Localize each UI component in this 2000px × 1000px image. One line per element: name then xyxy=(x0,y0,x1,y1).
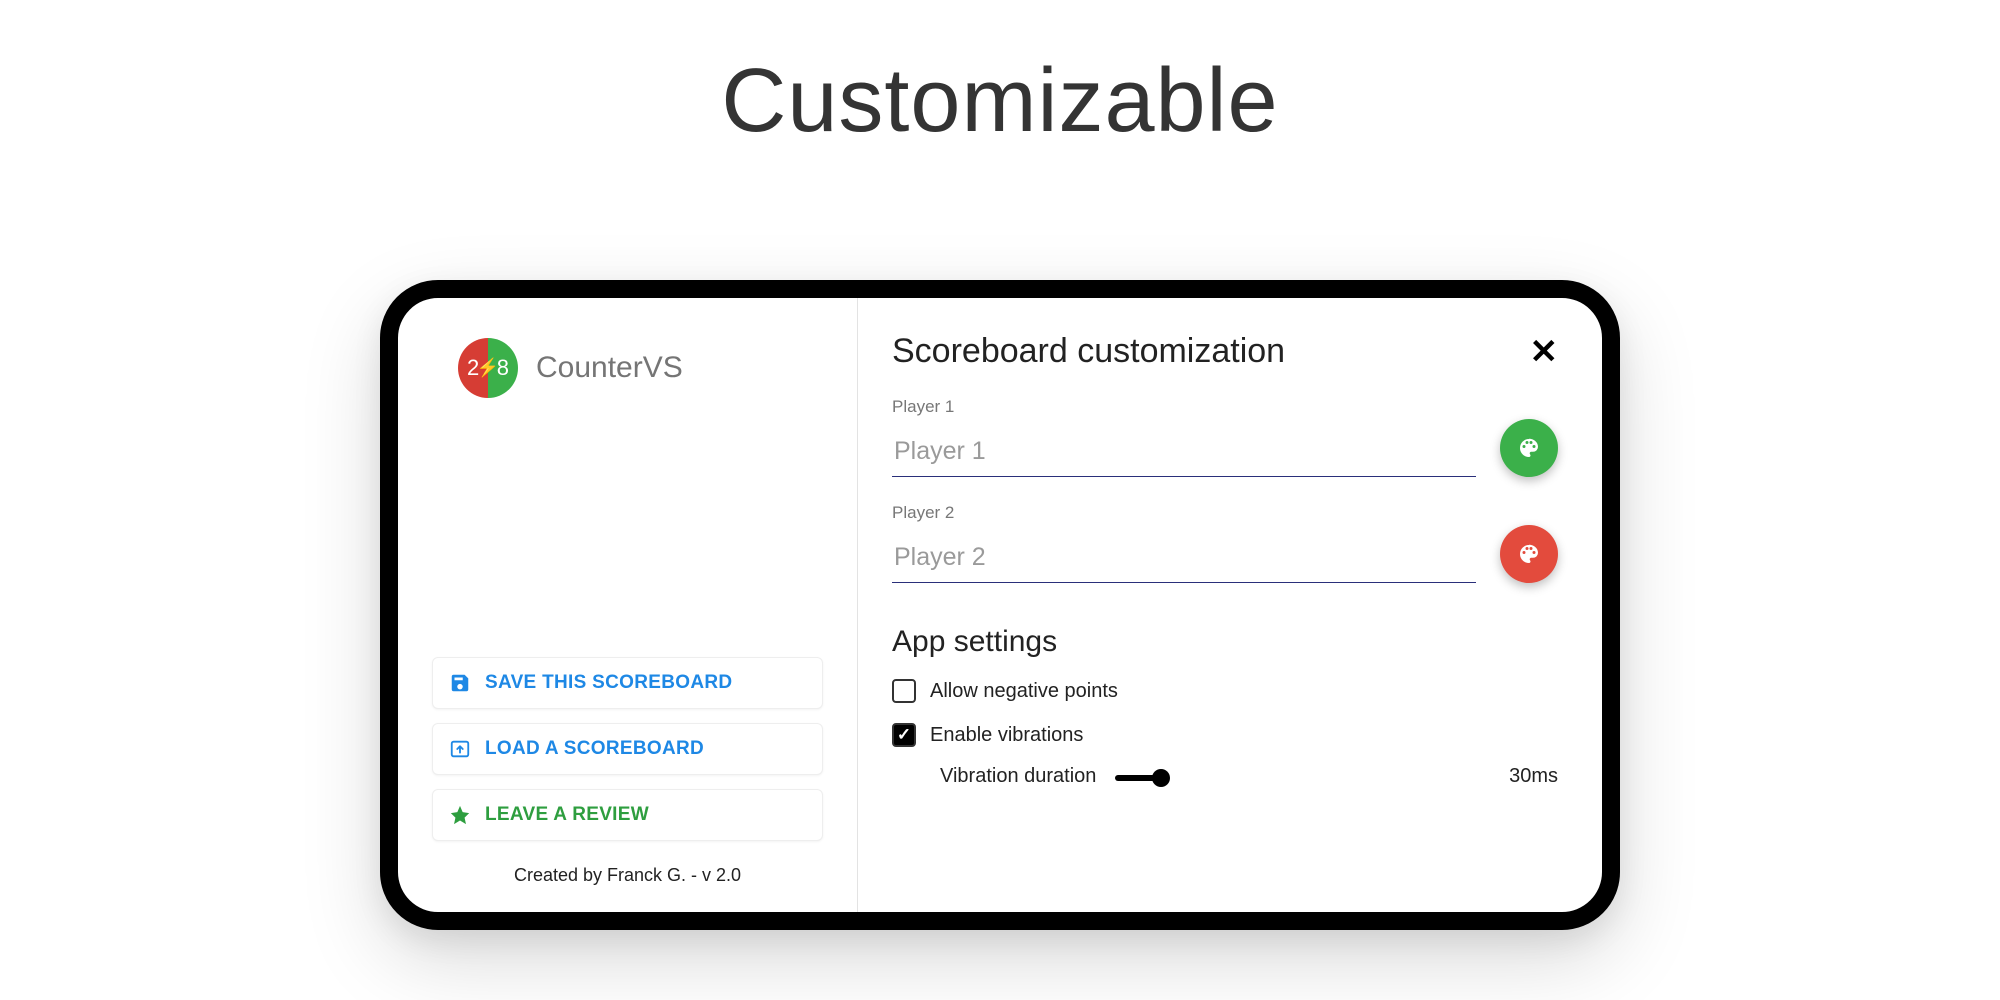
enable-vibrations-checkbox[interactable] xyxy=(892,723,916,747)
player1-color-button[interactable] xyxy=(1500,419,1558,477)
close-icon[interactable]: ✕ xyxy=(1530,335,1559,369)
vibration-duration-slider[interactable] xyxy=(1115,775,1161,781)
vibration-duration-label: Vibration duration xyxy=(940,765,1096,787)
brand: 2 8 ⚡ CounterVS xyxy=(428,338,827,398)
settings-title: App settings xyxy=(892,625,1558,659)
load-scoreboard-button[interactable]: LOAD A SCOREBOARD xyxy=(432,723,823,775)
leave-review-button[interactable]: LEAVE A REVIEW xyxy=(432,789,823,841)
palette-icon xyxy=(1517,542,1541,566)
sidebar-actions: SAVE THIS SCOREBOARD LOAD A SCOREBOARD L… xyxy=(428,657,827,841)
save-scoreboard-button[interactable]: SAVE THIS SCOREBOARD xyxy=(432,657,823,709)
app-screen: 2 8 ⚡ CounterVS SAVE THIS SCOREBOARD xyxy=(398,298,1602,912)
panel-title: Scoreboard customization xyxy=(892,332,1285,371)
bolt-icon: ⚡ xyxy=(477,358,499,379)
leave-review-label: LEAVE A REVIEW xyxy=(485,804,649,826)
vibration-duration-value: 30ms xyxy=(1509,765,1558,788)
allow-negative-label: Allow negative points xyxy=(930,680,1118,703)
device-frame: 2 8 ⚡ CounterVS SAVE THIS SCOREBOARD xyxy=(380,280,1620,930)
upload-icon xyxy=(449,738,471,760)
allow-negative-checkbox[interactable] xyxy=(892,679,916,703)
player2-label: Player 2 xyxy=(892,503,1476,523)
palette-icon xyxy=(1517,436,1541,460)
save-scoreboard-label: SAVE THIS SCOREBOARD xyxy=(485,672,732,694)
player2-input[interactable] xyxy=(892,537,1476,583)
app-name: CounterVS xyxy=(536,351,683,385)
save-icon xyxy=(449,672,471,694)
star-icon xyxy=(449,804,471,826)
sidebar: 2 8 ⚡ CounterVS SAVE THIS SCOREBOARD xyxy=(398,298,858,912)
main-panel: Scoreboard customization ✕ Player 1 xyxy=(858,298,1602,912)
load-scoreboard-label: LOAD A SCOREBOARD xyxy=(485,738,704,760)
player2-color-button[interactable] xyxy=(1500,525,1558,583)
app-logo-icon: 2 8 ⚡ xyxy=(458,338,518,398)
enable-vibrations-label: Enable vibrations xyxy=(930,724,1083,747)
player1-input[interactable] xyxy=(892,431,1476,477)
credit-text: Created by Franck G. - v 2.0 xyxy=(428,865,827,886)
player1-label: Player 1 xyxy=(892,397,1476,417)
hero-title: Customizable xyxy=(0,50,2000,153)
